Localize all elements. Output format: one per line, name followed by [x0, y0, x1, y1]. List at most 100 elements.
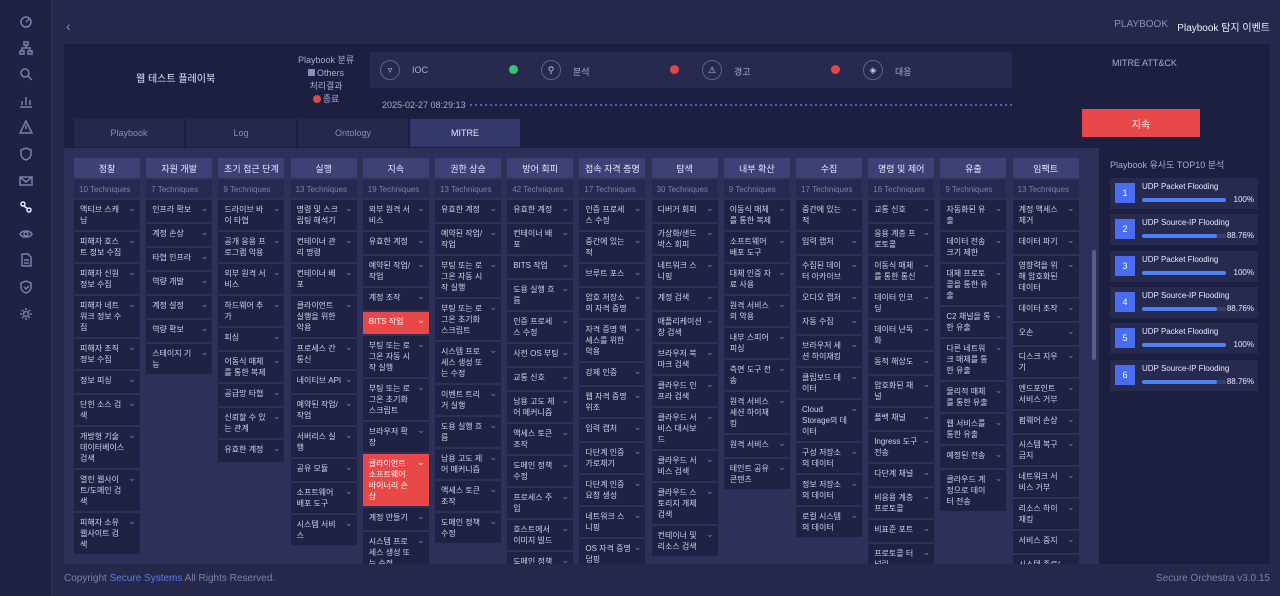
- tactic-header[interactable]: 접속 자격 증명: [579, 158, 646, 178]
- technique-item[interactable]: 사전 OS 부팅: [507, 344, 574, 366]
- alert-triangle-icon[interactable]: [18, 119, 34, 135]
- tactic-header[interactable]: 내부 확산: [723, 158, 790, 178]
- technique-item[interactable]: 계정 검색: [651, 288, 718, 310]
- technique-item[interactable]: 스테이지 기능: [146, 344, 213, 374]
- tactic-header[interactable]: 임팩트: [1012, 158, 1079, 178]
- technique-item[interactable]: 시스템 프로세스 생성 또는 수정: [435, 342, 501, 383]
- technique-item[interactable]: 열린 웹사이트/도메인 검색: [74, 470, 140, 511]
- technique-item[interactable]: 예약된 작업/작업: [290, 395, 357, 425]
- technique-item[interactable]: 원격 서비스 세션 하이재킹: [723, 392, 790, 433]
- mail-icon[interactable]: [18, 173, 34, 189]
- tactic-header[interactable]: 방어 회피: [507, 158, 574, 178]
- continue-button[interactable]: 지속: [1082, 109, 1200, 137]
- technique-item[interactable]: 브라우저 확장: [362, 422, 429, 452]
- technique-item[interactable]: 클라이언트 실행을 위한 악용: [290, 296, 357, 337]
- technique-item[interactable]: 입력 캡처: [796, 232, 862, 254]
- technique-item[interactable]: 시스템 종료/재부팅: [1012, 555, 1079, 564]
- technique-item[interactable]: 계정 조작: [362, 288, 429, 310]
- technique-item[interactable]: 오손: [1012, 323, 1079, 345]
- technique-item[interactable]: 남용 고도 제어 메커니즘: [435, 449, 501, 479]
- technique-item[interactable]: 수집된 데이터 아카이브: [796, 256, 862, 286]
- technique-item[interactable]: 명령 및 스크립팅 해석기: [290, 200, 357, 230]
- technique-item[interactable]: 비표준 포트: [868, 520, 935, 542]
- step-warning[interactable]: ⚠ 경고: [692, 52, 852, 88]
- technique-item[interactable]: 브루트 포스: [579, 264, 646, 286]
- technique-item[interactable]: 데이터 파기: [1012, 232, 1079, 254]
- tactic-header[interactable]: 실행: [290, 158, 357, 178]
- technique-item[interactable]: OS 자격 증명 덤핑: [579, 539, 646, 564]
- technique-item[interactable]: 원격 서비스의 악용: [723, 296, 790, 326]
- technique-item[interactable]: 도용 실행 흐름: [507, 280, 574, 310]
- gear-icon[interactable]: [18, 306, 34, 322]
- technique-item[interactable]: 강제 인증: [579, 363, 646, 385]
- technique-item[interactable]: 역량 확보: [146, 320, 213, 342]
- technique-item[interactable]: 다단계 채널: [868, 464, 935, 486]
- technique-item[interactable]: 로컬 시스템의 데이터: [796, 507, 862, 537]
- technique-item[interactable]: 유효한 계정: [507, 200, 574, 222]
- technique-item[interactable]: 웹 서비스를 통한 유출: [940, 414, 1007, 444]
- technique-item[interactable]: 브라우저 북마크 검색: [651, 344, 718, 374]
- tactic-header[interactable]: 탐색: [651, 158, 718, 178]
- technique-item[interactable]: 인증 프로세스 수정: [579, 200, 646, 230]
- tactic-header[interactable]: 지속: [362, 158, 429, 178]
- breadcrumb-parent[interactable]: PLAYBOOK: [1114, 19, 1168, 30]
- technique-item[interactable]: 다른 네트워크 매체를 통한 유출: [940, 339, 1007, 380]
- technique-item[interactable]: 공개 응용 프로그램 악용: [218, 232, 285, 262]
- technique-item[interactable]: 액세스 토큰 조작: [507, 424, 574, 454]
- technique-item[interactable]: 부팅 또는 로그온 초기화 스크립트: [435, 299, 501, 340]
- technique-item[interactable]: 역량 개발: [146, 272, 213, 294]
- technique-item[interactable]: 다단계 인증 요청 생성: [579, 475, 646, 505]
- similarity-row[interactable]: 6 UDP Source-IP Flooding 88.76%: [1110, 359, 1258, 391]
- technique-item[interactable]: BITS 작업: [507, 256, 574, 278]
- technique-item[interactable]: 피해자 호스트 정보 수집: [74, 232, 140, 262]
- technique-item[interactable]: 컨테이너 관리 명령: [290, 232, 357, 262]
- technique-item[interactable]: 공급망 타협: [218, 384, 285, 406]
- technique-item[interactable]: 인프라 확보: [146, 200, 213, 222]
- playbook-icon[interactable]: [18, 199, 34, 215]
- technique-item[interactable]: 개방형 기술 데이터베이스 검색: [74, 427, 140, 468]
- technique-item[interactable]: 웹 자격 증명 위조: [579, 387, 646, 417]
- technique-item[interactable]: C2 채널을 통한 유출: [940, 307, 1007, 337]
- technique-item[interactable]: 원격 서비스: [723, 435, 790, 457]
- tab-mitre[interactable]: MITRE: [410, 119, 520, 147]
- step-response[interactable]: ◈ 대응: [853, 52, 1013, 88]
- similarity-row[interactable]: 4 UDP Source-IP Flooding 88.76%: [1110, 286, 1258, 318]
- technique-item[interactable]: 시스템 프로세스 생성 또는 수정: [362, 532, 429, 564]
- shield-check-icon[interactable]: [18, 279, 34, 295]
- technique-item[interactable]: 이벤트 트리거 실행: [435, 385, 501, 415]
- technique-item[interactable]: 구성 저장소의 데이터: [796, 443, 862, 473]
- technique-item[interactable]: 암호 저장소의 자격 증명: [579, 288, 646, 318]
- technique-item[interactable]: 유효한 계정: [218, 440, 285, 462]
- technique-item[interactable]: 프로토콜 터널링: [868, 544, 935, 564]
- technique-item[interactable]: 피해자 소유 웹사이트 검색: [74, 513, 140, 554]
- technique-item[interactable]: 암호화된 채널: [868, 376, 935, 406]
- technique-item[interactable]: 예약된 작업/작업: [362, 256, 429, 286]
- technique-item[interactable]: 소프트웨어 배포 도구: [723, 232, 790, 262]
- dashboard-icon[interactable]: [18, 13, 34, 29]
- network-icon[interactable]: [18, 40, 34, 56]
- technique-item[interactable]: 응용 계층 프로토콜: [868, 224, 935, 254]
- technique-item[interactable]: 입력 캡처: [579, 419, 646, 441]
- technique-item[interactable]: 외부 원격 서비스: [218, 264, 285, 294]
- technique-item[interactable]: 데이터 조작: [1012, 299, 1079, 321]
- tactic-header[interactable]: 초기 접근 단계: [218, 158, 285, 178]
- technique-item[interactable]: 피해자 신원 정보 수집: [74, 264, 140, 294]
- similarity-row[interactable]: 5 UDP Packet Flooding 100%: [1110, 323, 1258, 355]
- technique-item[interactable]: 클라우드 스토리지 개체 검색: [651, 483, 718, 524]
- technique-item[interactable]: 소프트웨어 배포 도구: [290, 483, 357, 513]
- tactic-header[interactable]: 수집: [796, 158, 862, 178]
- technique-item[interactable]: 액세스 토큰 조작: [435, 481, 501, 511]
- technique-item[interactable]: 중간에 있는 적: [796, 200, 862, 230]
- technique-item[interactable]: 대체 인증 자료 사용: [723, 264, 790, 294]
- technique-item[interactable]: 네트워크 스니핑: [579, 507, 646, 537]
- technique-item[interactable]: 애플리케이션 창 검색: [651, 312, 718, 342]
- technique-item[interactable]: 부팅 또는 로그온 자동 시작 실행: [362, 336, 429, 377]
- document-icon[interactable]: [18, 252, 34, 268]
- technique-item[interactable]: 물리적 매체를 통한 유출: [940, 382, 1007, 412]
- similarity-row[interactable]: 3 UDP Packet Flooding 100%: [1110, 250, 1258, 282]
- technique-item[interactable]: 서버리스 실행: [290, 427, 357, 457]
- technique-item[interactable]: 프로세스 주입: [507, 488, 574, 518]
- technique-item[interactable]: 데이터 인코딩: [868, 288, 935, 318]
- technique-item[interactable]: 남용 고도 제어 메커니즘: [507, 392, 574, 422]
- technique-item[interactable]: 데이터 전송 크기 제한: [940, 232, 1007, 262]
